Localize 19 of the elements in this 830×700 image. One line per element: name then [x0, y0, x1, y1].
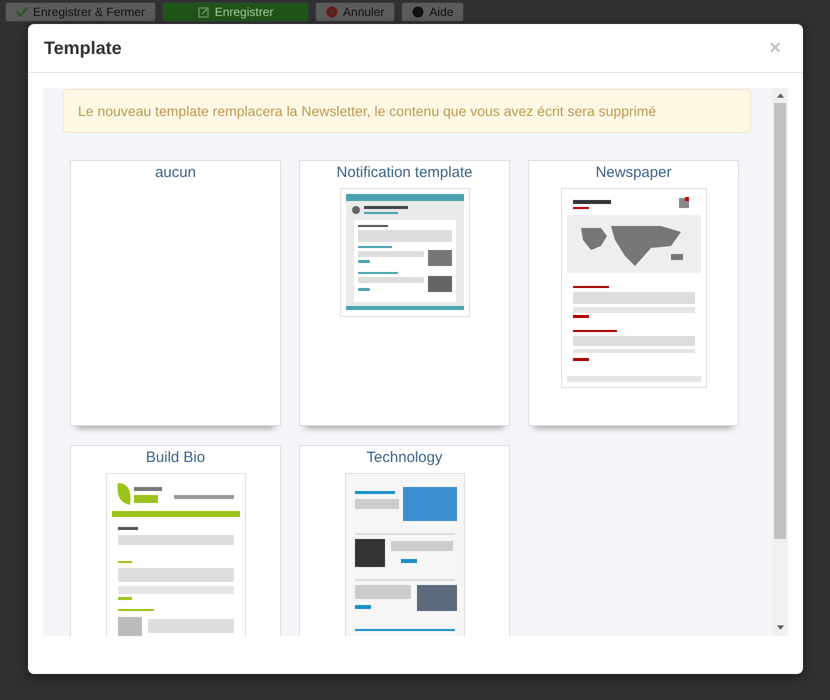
template-name: aucun: [155, 164, 196, 181]
toolbar-button[interactable]: Enregistrer: [162, 2, 310, 22]
cancel-icon: [326, 6, 338, 18]
template-card[interactable]: Newspaper: [528, 160, 739, 426]
template-name: Notification template: [336, 164, 472, 181]
template-name: Build Bio: [146, 449, 206, 466]
scrollbar[interactable]: [772, 88, 788, 636]
scroll-up-icon[interactable]: [776, 93, 784, 98]
warning-alert: Le nouveau template remplacera la Newsletter, le contenu que vous avez écrit sera supprimé: [63, 89, 751, 133]
template-card[interactable]: Build Bio: [70, 445, 281, 636]
template-name: Newspaper: [596, 164, 672, 181]
template-card[interactable]: Technology: [299, 445, 510, 636]
template-card[interactable]: aucun: [70, 160, 281, 426]
checkmark-icon: [16, 6, 28, 18]
scroll-down-icon[interactable]: [776, 625, 784, 630]
edit-icon: [198, 6, 210, 18]
dialog-title: Template: [44, 38, 122, 58]
template-name: Technology: [366, 449, 442, 466]
template-card[interactable]: Notification template: [299, 160, 510, 426]
